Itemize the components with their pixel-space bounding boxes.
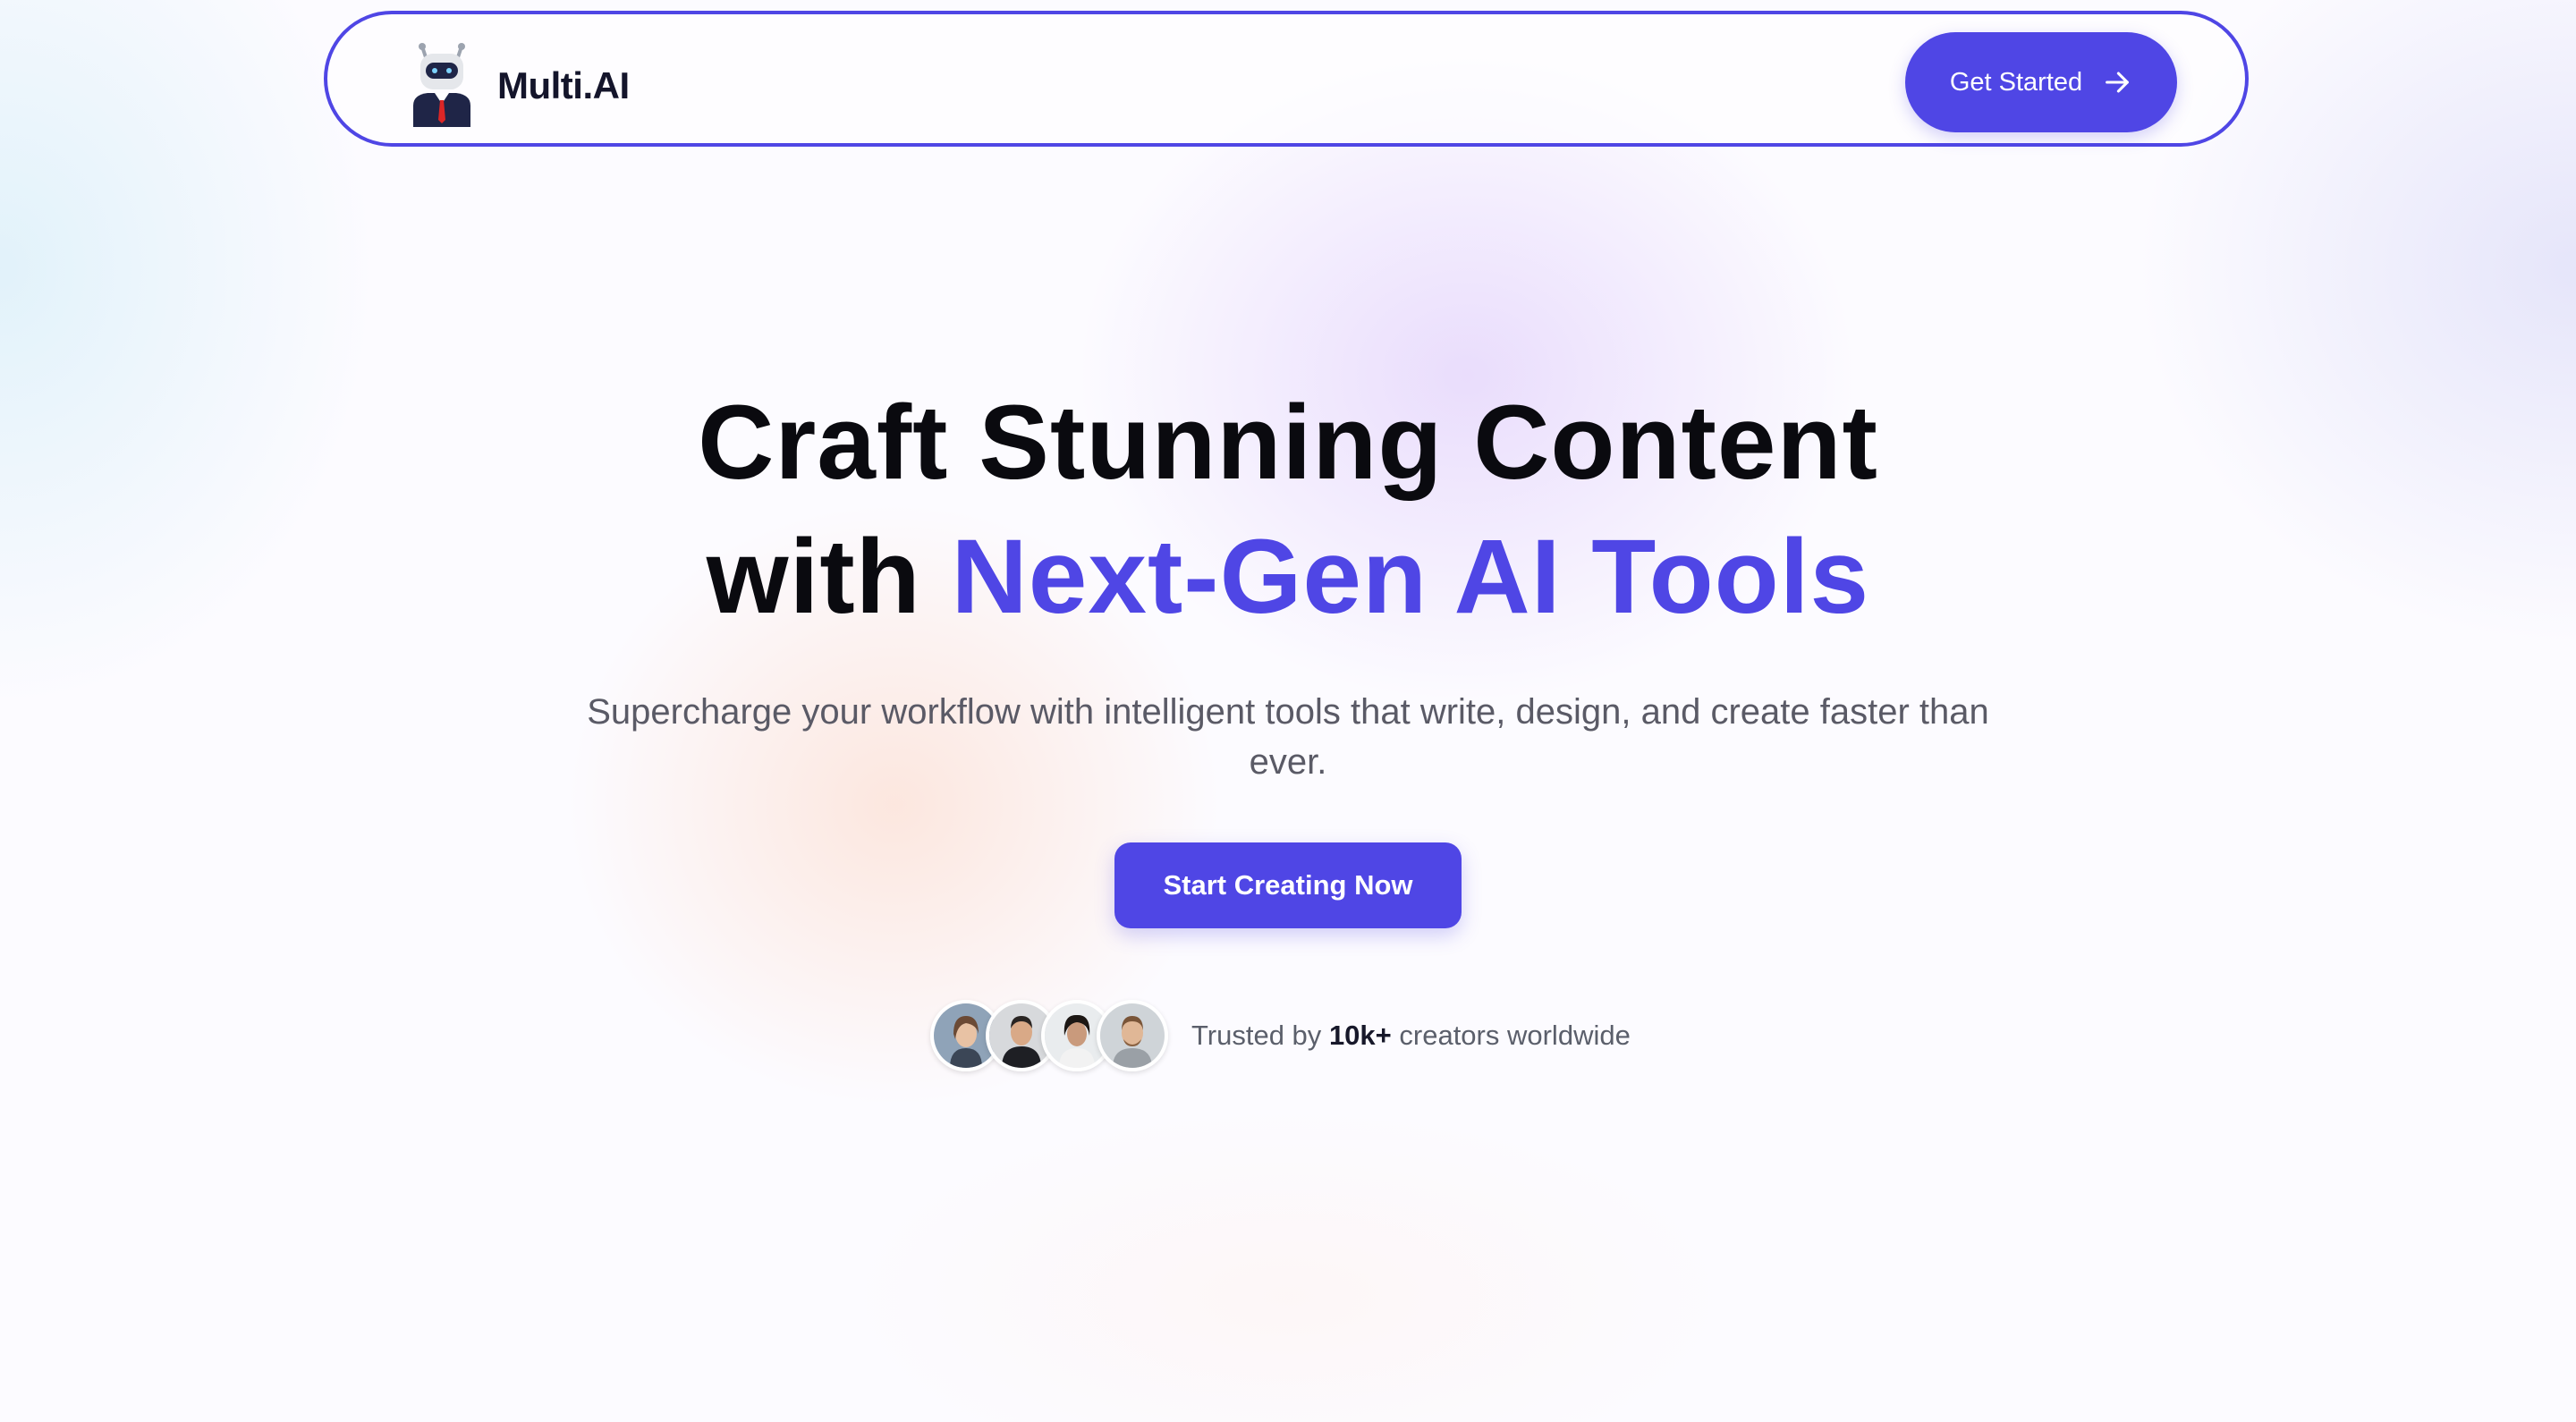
trust-text: Trusted by 10k+ creators worldwide [1191,1020,1631,1052]
hero-subtitle: Supercharge your workflow with intellige… [587,692,1989,782]
hero-title-line1: Craft Stunning Content [698,384,1878,502]
get-started-label: Get Started [1949,67,2083,97]
navbar: Multi.AI Get Started [324,11,2249,147]
brand-name[interactable]: Multi.AI [497,64,630,107]
trust-prefix: Trusted by [1191,1020,1322,1051]
hero-title: Craft Stunning Content with Next-Gen AI … [0,376,2576,644]
social-proof: Trusted by 10k+ creators worldwide [930,998,1631,1073]
trust-suffix: creators worldwide [1399,1020,1631,1051]
trust-highlight: 10k+ [1328,1020,1392,1051]
get-started-button[interactable]: Get Started [1905,32,2177,132]
hero-title-accent: Next-Gen AI Tools [951,518,1870,636]
robot-icon[interactable] [408,41,476,127]
arrow-right-icon [2106,72,2130,93]
hero-title-line2-plain: with [706,518,921,636]
start-creating-button[interactable]: Start Creating Now [1114,842,1462,928]
avatar [1097,1000,1168,1071]
avatar-group [930,1000,1168,1071]
